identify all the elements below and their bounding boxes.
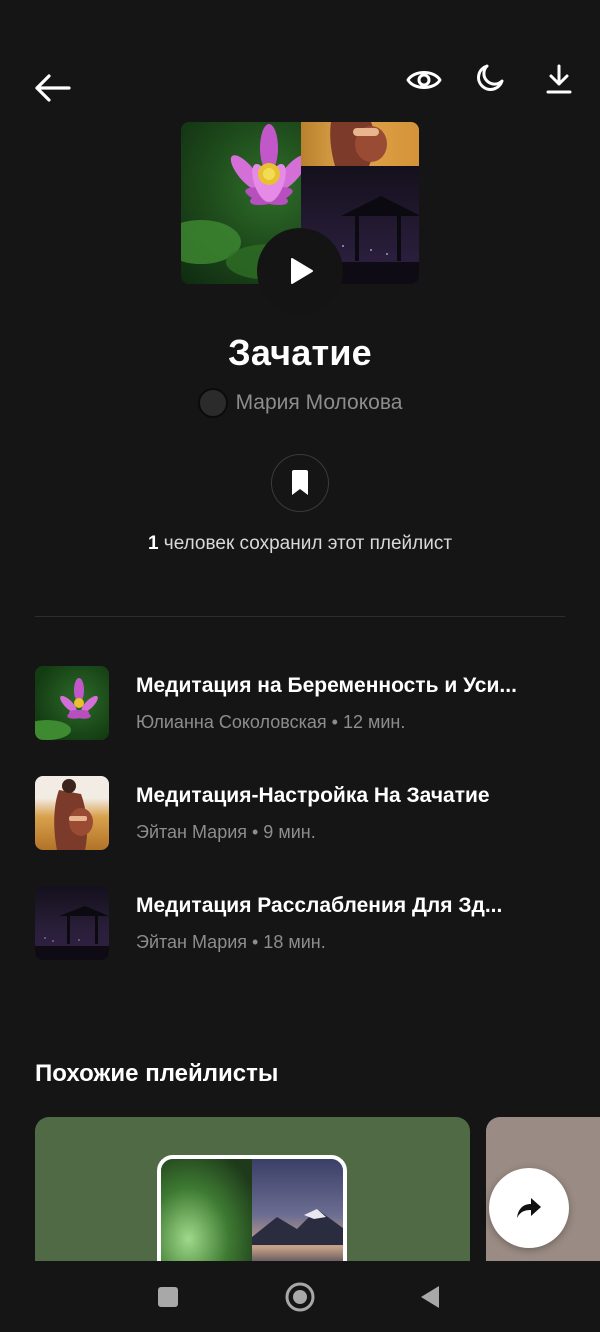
similar-playlist-cover	[157, 1155, 347, 1277]
divider	[35, 616, 565, 617]
play-button[interactable]	[257, 228, 343, 314]
save-playlist-button[interactable]	[271, 454, 329, 512]
playlist-title: Зачатие	[228, 332, 372, 373]
saved-label: человек сохранил этот плейлист	[158, 533, 453, 554]
download-icon	[546, 64, 572, 94]
track-title: Медитация Расслабления Для Зд...	[136, 894, 503, 917]
track-item[interactable]: Медитация-Настройка На Зачатие Эйтан Мар…	[35, 776, 565, 850]
track-meta: Юлианна Соколовская • 12 мин.	[136, 712, 406, 732]
track-thumbnail	[35, 776, 109, 850]
recent-apps-button[interactable]	[152, 1281, 184, 1313]
cover-pregnant-image	[301, 122, 419, 166]
home-button[interactable]	[282, 1279, 318, 1315]
play-icon	[291, 258, 313, 284]
circle-home-icon	[285, 1282, 315, 1312]
eye-button[interactable]	[402, 60, 446, 100]
system-navigation-bar	[0, 1261, 600, 1332]
track-meta: Эйтан Мария • 18 мин.	[136, 932, 326, 952]
square-icon	[158, 1287, 178, 1307]
similar-playlists-heading: Похожие плейлисты	[35, 1060, 279, 1087]
download-button[interactable]	[538, 58, 580, 100]
moon-icon	[477, 64, 504, 91]
track-meta: Эйтан Мария • 9 мин.	[136, 822, 316, 842]
track-thumbnail	[35, 666, 109, 740]
arrow-left-icon	[35, 74, 71, 102]
share-button[interactable]	[489, 1168, 569, 1248]
back-nav-button[interactable]	[414, 1281, 446, 1313]
share-icon	[517, 1198, 541, 1218]
track-title: Медитация на Беременность и Уси...	[136, 674, 517, 697]
back-button[interactable]	[28, 66, 76, 110]
saved-count-text: 1 человек сохранил этот плейлист	[0, 533, 600, 555]
track-thumbnail	[35, 886, 109, 960]
eye-icon	[406, 71, 442, 89]
triangle-back-icon	[421, 1286, 439, 1308]
author-link[interactable]: Мария Молокова	[0, 388, 600, 418]
avatar	[197, 388, 228, 418]
track-item[interactable]: Медитация на Беременность и Уси... Юлиан…	[35, 666, 565, 740]
bookmark-icon	[292, 470, 308, 495]
track-item[interactable]: Медитация Расслабления Для Зд... Эйтан М…	[35, 886, 565, 960]
saved-count: 1	[147, 533, 159, 554]
night-mode-button[interactable]	[470, 58, 510, 98]
similar-playlist-card[interactable]	[35, 1117, 470, 1277]
author-name: Мария Молокова	[235, 391, 403, 414]
track-title: Медитация-Настройка На Зачатие	[136, 784, 490, 807]
